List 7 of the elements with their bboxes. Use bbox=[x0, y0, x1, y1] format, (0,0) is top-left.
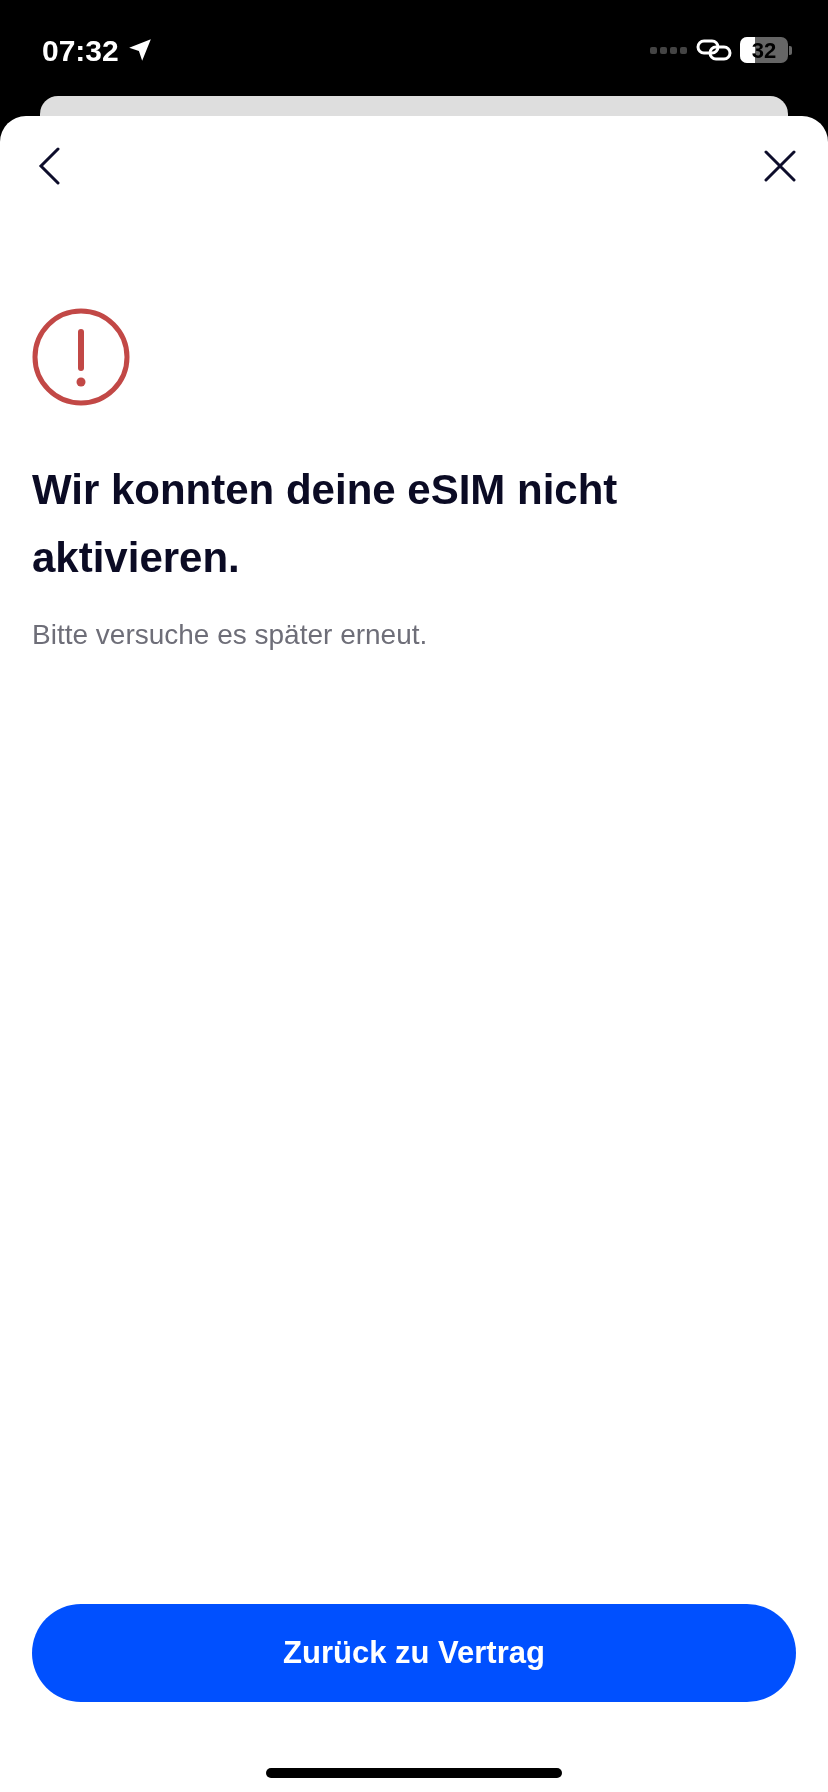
status-time: 07:32 bbox=[42, 32, 119, 69]
error-message: Bitte versuche es später erneut. bbox=[32, 618, 429, 652]
error-heading: Wir konnten deine eSIM nicht aktivieren. bbox=[32, 465, 619, 583]
back-to-contract-button[interactable]: Zurück zu Vertrag bbox=[32, 1604, 796, 1702]
alert-icon bbox=[32, 308, 130, 406]
signal-icon bbox=[650, 45, 688, 55]
link-icon bbox=[696, 38, 732, 62]
